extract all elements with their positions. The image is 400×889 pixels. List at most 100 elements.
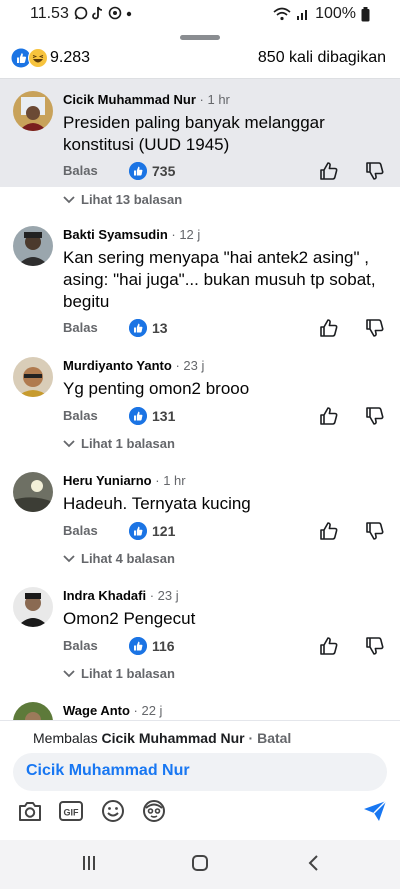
comment-text: Hadeuh. Ternyata kucing <box>63 494 251 513</box>
thumbs-down-icon[interactable] <box>365 636 385 656</box>
view-replies-link[interactable]: Lihat 4 balasan <box>63 551 175 566</box>
view-replies-link[interactable]: Lihat 13 balasan <box>63 192 182 207</box>
reply-button[interactable]: Balas <box>63 163 98 178</box>
view-replies-link[interactable]: Lihat 1 balasan <box>63 436 175 451</box>
comment-time: · 12 j <box>171 227 201 242</box>
camera-icon[interactable] <box>17 799 43 823</box>
tiktok-icon <box>92 6 103 20</box>
reaction-icons[interactable] <box>11 48 48 68</box>
comment-text: Kan sering menyapa "hai antek2 asing" , … <box>63 248 376 311</box>
thumbs-down-icon[interactable] <box>365 406 385 426</box>
avatar-sticker-icon[interactable] <box>141 799 167 823</box>
like-badge-icon <box>129 637 147 655</box>
chevron-down-icon <box>63 554 75 562</box>
like-badge-icon <box>129 407 147 425</box>
comment-time: · 23 j <box>149 588 179 603</box>
comment-author[interactable]: Bakti Syamsudin · 12 j <box>63 227 200 242</box>
thumbs-down-icon[interactable] <box>365 521 385 541</box>
like-count[interactable]: 131 <box>152 408 175 424</box>
cancel-reply-button[interactable]: Batal <box>257 730 291 746</box>
recent-apps-icon[interactable] <box>80 854 98 872</box>
status-time: 11.53 <box>30 5 69 22</box>
reply-button[interactable]: Balas <box>63 408 98 423</box>
send-icon[interactable] <box>362 799 388 823</box>
comment-actions: Balas 121 <box>63 521 393 543</box>
post-stats-bar: 9.283 850 kali dibagikan <box>0 44 400 74</box>
signal-icon <box>297 10 308 20</box>
reply-button[interactable]: Balas <box>63 638 98 653</box>
avatar[interactable] <box>13 702 53 720</box>
comment-item: Murdiyanto Yanto · 23 j Yg penting omon2… <box>0 350 400 430</box>
comment-text: Yg penting omon2 brooo <box>63 379 250 398</box>
thumbs-up-icon[interactable] <box>319 318 339 338</box>
comment-time: · 23 j <box>175 358 205 373</box>
thumbs-down-icon[interactable] <box>365 161 385 181</box>
comment-author[interactable]: Cicik Muhammad Nur · 1 hr <box>63 92 230 107</box>
avatar[interactable] <box>13 357 53 397</box>
comment-author[interactable]: Murdiyanto Yanto · 23 j <box>63 358 204 373</box>
comment-item: Wage Anto · 22 j <box>0 695 400 720</box>
status-bar: 11.53 100% <box>0 0 400 30</box>
avatar[interactable] <box>13 587 53 627</box>
comment-time: · 1 hr <box>199 92 230 107</box>
home-icon[interactable] <box>191 854 209 872</box>
replying-to-bar: Membalas Cicik Muhammad Nur · Batal <box>33 730 292 746</box>
reply-button[interactable]: Balas <box>63 320 98 335</box>
system-nav-bar <box>0 840 400 889</box>
view-replies-link[interactable]: Lihat 1 balasan <box>63 666 175 681</box>
sheet-drag-handle[interactable] <box>180 35 220 40</box>
chevron-down-icon <box>63 195 75 203</box>
sync-icon <box>108 6 122 20</box>
thumbs-up-icon[interactable] <box>319 521 339 541</box>
avatar[interactable] <box>13 472 53 512</box>
shares-count[interactable]: 850 kali dibagikan <box>258 49 386 67</box>
like-badge-icon <box>129 162 147 180</box>
dot-icon <box>126 11 132 17</box>
comment-author[interactable]: Indra Khadafi · 23 j <box>63 588 179 603</box>
like-count[interactable]: 116 <box>152 638 175 654</box>
whatsapp-icon <box>74 6 88 20</box>
replying-to-name: Cicik Muhammad Nur <box>101 730 245 746</box>
haha-reaction-icon <box>28 48 48 68</box>
reply-button[interactable]: Balas <box>63 523 98 538</box>
comment-actions: Balas 116 <box>63 636 393 658</box>
battery-icon <box>361 6 370 21</box>
reply-input[interactable]: Cicik Muhammad Nur <box>13 753 387 791</box>
like-count[interactable]: 13 <box>152 320 168 336</box>
system-icons: 100% <box>273 5 370 23</box>
notification-icons <box>74 6 133 20</box>
composer-toolbar: GIF <box>0 799 400 829</box>
comment-item: Heru Yuniarno · 1 hr Hadeuh. Ternyata ku… <box>0 465 400 545</box>
comment-author[interactable]: Wage Anto · 22 j <box>63 703 162 718</box>
comment-text: Omon2 Pengecut <box>63 609 196 628</box>
emoji-icon[interactable] <box>100 799 126 823</box>
comment-time: · 1 hr <box>155 473 186 488</box>
avatar[interactable] <box>13 226 53 266</box>
comments-list[interactable]: Cicik Muhammad Nur · 1 hr Presiden palin… <box>0 79 400 720</box>
comment-item: Cicik Muhammad Nur · 1 hr Presiden palin… <box>0 79 400 187</box>
avatar[interactable] <box>13 91 53 131</box>
thumbs-up-icon[interactable] <box>319 636 339 656</box>
thumbs-up-icon[interactable] <box>319 406 339 426</box>
like-badge-icon <box>129 319 147 337</box>
wifi-icon <box>273 7 291 21</box>
gif-icon[interactable]: GIF <box>58 799 84 823</box>
battery-percent: 100% <box>315 5 356 22</box>
comment-item: Indra Khadafi · 23 j Omon2 Pengecut Bala… <box>0 580 400 660</box>
comment-actions: Balas 131 <box>63 406 393 428</box>
comment-actions: Balas 735 <box>63 161 393 183</box>
comment-author[interactable]: Heru Yuniarno · 1 hr <box>63 473 186 488</box>
chevron-down-icon <box>63 669 75 677</box>
comment-actions: Balas 13 <box>63 318 393 340</box>
back-icon[interactable] <box>305 854 323 872</box>
thumbs-up-icon[interactable] <box>319 161 339 181</box>
chevron-down-icon <box>63 439 75 447</box>
like-count[interactable]: 735 <box>152 163 175 179</box>
thumbs-down-icon[interactable] <box>365 318 385 338</box>
svg-text:GIF: GIF <box>64 808 80 818</box>
comment-text: Presiden paling banyak melanggar konstit… <box>63 113 325 154</box>
reply-composer: Membalas Cicik Muhammad Nur · Batal Cici… <box>0 720 400 840</box>
like-count[interactable]: 121 <box>152 523 175 539</box>
comment-item: Bakti Syamsudin · 12 j Kan sering menyap… <box>0 219 400 339</box>
reactions-count[interactable]: 9.283 <box>50 49 90 67</box>
